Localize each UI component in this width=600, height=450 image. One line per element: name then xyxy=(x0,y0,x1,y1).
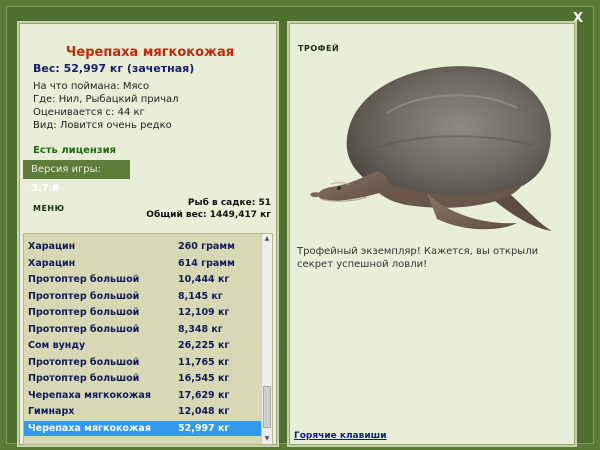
hotkeys-link[interactable]: Горячие клавиши xyxy=(294,431,387,441)
catch-fish-name: Харацин xyxy=(28,241,76,252)
value-info: Оценивается с: 44 кг xyxy=(33,107,145,118)
game-window: X Черепаха мягкокожая Вес: 52,997 кг (за… xyxy=(6,6,594,447)
scroll-thumb[interactable] xyxy=(263,386,271,428)
catch-fish-weight: 10,444 кг xyxy=(178,274,230,285)
catch-fish-weight: 17,629 кг xyxy=(178,389,230,401)
fish-weight: Вес: 52,997 кг (зачетная) xyxy=(33,62,195,75)
catch-fish-name: Гимнарх xyxy=(28,406,75,417)
catch-fish-weight: 8,145 кг xyxy=(178,290,223,302)
catch-fish-weight: 12,048 кг xyxy=(178,406,230,417)
catch-fish-weight: 52,997 кг xyxy=(178,422,230,434)
trophy-label: ТРОФЕЙ xyxy=(298,44,340,53)
catch-row[interactable]: Харацин 260 грамм xyxy=(24,239,262,254)
catch-info-panel: Черепаха мягкокожая Вес: 52,997 кг (заче… xyxy=(17,21,279,447)
fish-title: Черепаха мягкокожая xyxy=(65,45,235,60)
catch-fish-name: Черепаха мягкокожая xyxy=(28,422,151,434)
catch-fish-weight: 11,765 кг xyxy=(178,356,230,368)
cage-total-weight: Общий вес: 1449,417 кг xyxy=(146,210,271,220)
cage-stats: Рыб в садке: 51 Общий вес: 1449,417 кг xyxy=(146,197,271,221)
catch-row[interactable]: Черепаха мягкокожая 17,629 кг xyxy=(24,388,262,403)
catch-fish-weight: 12,109 кг xyxy=(178,307,230,318)
catch-row[interactable]: Протоптер большой 8,348 кг xyxy=(24,322,262,337)
catch-fish-weight: 26,225 кг xyxy=(178,340,230,351)
version-label: Версия игры: xyxy=(31,164,101,175)
catch-fish-name: Протоптер большой xyxy=(28,290,140,302)
catch-fish-name: Протоптер большой xyxy=(28,356,140,368)
cage-count: Рыб в садке: 51 xyxy=(187,198,271,208)
catch-row[interactable]: Харацин 614 грамм xyxy=(24,256,262,271)
catch-fish-name: Харацин xyxy=(28,257,76,269)
bait-info: На что поймана: Мясо xyxy=(33,81,150,92)
scroll-down-icon[interactable]: ▼ xyxy=(262,434,272,444)
catch-fish-name: Сом вунду xyxy=(28,340,86,351)
catch-fish-weight: 260 грамм xyxy=(178,241,235,252)
rarity-info: Вид: Ловится очень редко xyxy=(33,120,172,131)
menu-button[interactable]: МЕНЮ xyxy=(33,204,65,213)
catch-row[interactable]: Протоптер большой 8,145 кг xyxy=(24,289,262,304)
scrollbar[interactable]: ▲ ▼ xyxy=(261,234,272,444)
catch-fish-name: Протоптер большой xyxy=(28,307,140,318)
catch-row[interactable]: Гимнарх 12,048 кг xyxy=(24,404,262,419)
catch-fish-name: Протоптер большой xyxy=(28,373,140,384)
catch-fish-weight: 16,545 кг xyxy=(178,373,230,384)
version-number: 3.7.6 xyxy=(31,183,60,194)
catch-row[interactable]: Протоптер большой 12,109 кг xyxy=(24,305,262,320)
catch-fish-name: Черепаха мягкокожая xyxy=(28,389,151,401)
catch-row[interactable]: Протоптер большой 11,765 кг xyxy=(24,355,262,370)
license-label: Есть лицензия xyxy=(33,145,117,156)
scroll-up-icon[interactable]: ▲ xyxy=(262,234,272,244)
trophy-text: Трофейный экземпляр! Кажется, вы открыли… xyxy=(297,246,539,270)
catch-fish-name: Протоптер большой xyxy=(28,274,140,285)
catch-row[interactable]: Сом вунду 26,225 кг xyxy=(24,338,262,353)
softshell-turtle-image xyxy=(310,66,552,231)
trophy-panel: ТРОФЕЙ Трофейный экземпляр! Кажется, вы … xyxy=(287,21,577,447)
catch-row[interactable]: Протоптер большой 10,444 кг xyxy=(24,272,262,287)
catch-fish-name: Протоптер большой xyxy=(28,323,140,335)
location-info: Где: Нил, Рыбацкий причал xyxy=(33,94,179,105)
version-bar: Версия игры: 3.7.6 xyxy=(23,160,130,194)
catch-list[interactable]: Черепаха мягкокожая 52,997 кг Гимнарх 12,04… xyxy=(23,233,273,445)
catch-row[interactable]: Черепаха мягкокожая 52,997 кг xyxy=(24,420,262,436)
catch-fish-weight: 8,348 кг xyxy=(178,323,223,335)
catch-row[interactable]: Протоптер большой 16,545 кг xyxy=(24,371,262,386)
catch-fish-weight: 614 грамм xyxy=(178,257,235,269)
